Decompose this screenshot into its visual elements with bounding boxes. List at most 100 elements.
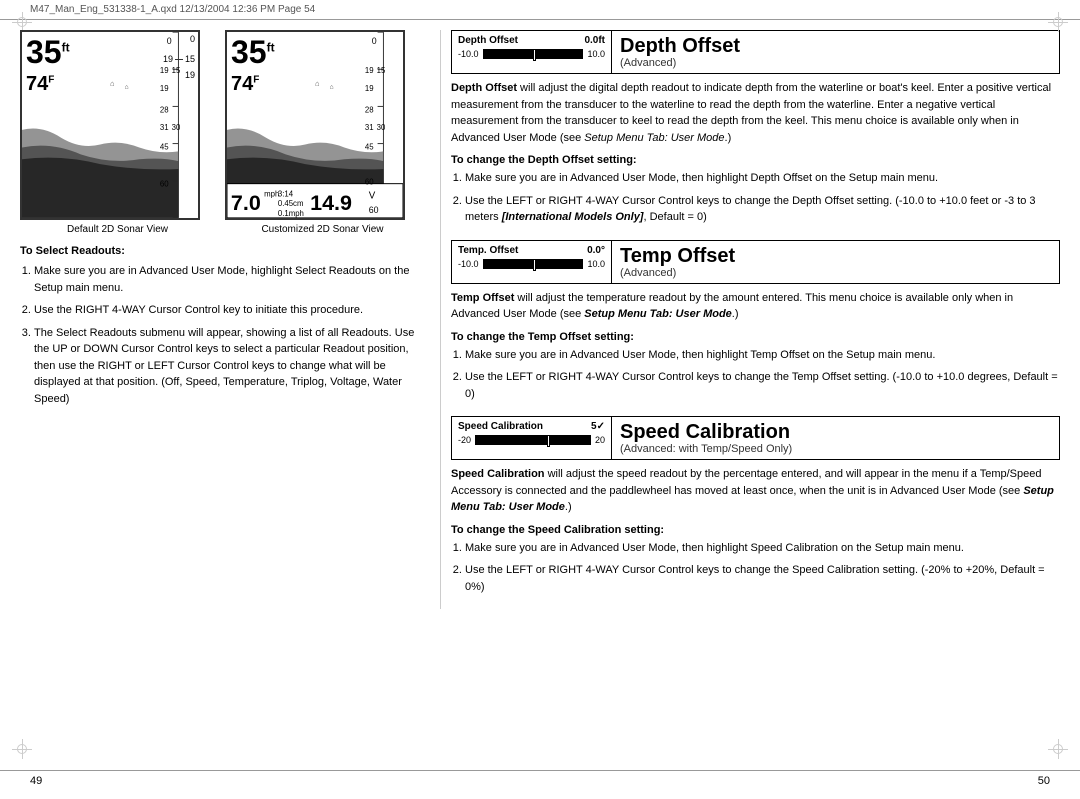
svg-text:15: 15	[172, 66, 181, 75]
svg-text:0.45cm: 0.45cm	[278, 199, 304, 208]
select-readouts-step-2: Use the RIGHT 4-WAY Cursor Control key t…	[34, 302, 420, 319]
svg-text:0: 0	[167, 36, 172, 46]
default-depth: 35ft	[26, 36, 70, 68]
temp-offset-description: Temp Offset will adjust the temperature …	[451, 290, 1060, 323]
default-temp: 74F	[26, 74, 54, 94]
reg-mark-tr	[1048, 12, 1068, 32]
temp-offset-title-block: Temp Offset (Advanced)	[612, 241, 1059, 283]
sonar-views: 35ft 74F 0 19 15 19	[20, 30, 420, 235]
page-wrapper: M47_Man_Eng_531338-1_A.qxd 12/13/2004 12…	[0, 0, 1080, 799]
scale-0-default: 0	[190, 34, 195, 44]
speed-calibration-min: -20	[458, 435, 471, 445]
speed-calibration-change-title: To change the Speed Calibration setting:	[451, 524, 1060, 536]
temp-offset-bar-row: -10.0 10.0	[458, 259, 605, 269]
speed-calibration-control: Speed Calibration 5✓ -20 20	[452, 417, 612, 459]
svg-text:45: 45	[160, 142, 169, 151]
depth-offset-section: Depth Offset 0.0ft -10.0 10.0	[451, 30, 1060, 226]
depth-offset-slider[interactable]	[483, 49, 584, 59]
temp-offset-slider[interactable]	[483, 259, 584, 269]
default-sonar-caption: Default 2D Sonar View	[20, 224, 215, 235]
depth-offset-fill	[484, 50, 533, 58]
svg-text:3:14: 3:14	[278, 189, 294, 198]
depth-offset-control: Depth Offset 0.0ft -10.0 10.0	[452, 31, 612, 73]
custom-depth: 35ft	[231, 36, 275, 68]
page-number-left: 49	[30, 775, 42, 787]
temp-offset-steps: Make sure you are in Advanced User Mode,…	[451, 347, 1060, 403]
depth-offset-header: Depth Offset 0.0ft -10.0 10.0	[451, 30, 1060, 74]
depth-offset-title-block: Depth Offset (Advanced)	[612, 31, 1059, 73]
svg-text:⌂: ⌂	[315, 79, 320, 88]
svg-text:30: 30	[377, 123, 386, 132]
speed-calibration-section: Speed Calibration 5✓ -20 20	[451, 416, 1060, 595]
svg-text:30: 30	[172, 123, 181, 132]
depth-offset-max: 10.0	[587, 49, 605, 59]
temp-offset-min: -10.0	[458, 259, 479, 269]
speed-calibration-title-block: Speed Calibration (Advanced: with Temp/S…	[612, 417, 1059, 459]
depth-offset-thumb	[533, 49, 536, 61]
select-readouts-section: To Select Readouts: Make sure you are in…	[20, 245, 420, 407]
speed-calibration-steps: Make sure you are in Advanced User Mode,…	[451, 540, 1060, 596]
temp-offset-step-1: Make sure you are in Advanced User Mode,…	[465, 347, 1060, 364]
select-readouts-title: To Select Readouts:	[20, 245, 420, 257]
speed-calibration-main-title: Speed Calibration	[620, 421, 1051, 443]
left-column: 35ft 74F 0 19 15 19	[20, 30, 440, 609]
depth-offset-description: Depth Offset will adjust the digital dep…	[451, 80, 1060, 146]
depth-offset-step-1: Make sure you are in Advanced User Mode,…	[465, 170, 1060, 187]
speed-calibration-value: 5✓	[591, 421, 605, 432]
scale-row-default: 19 15	[163, 54, 195, 64]
temp-offset-label-row: Temp. Offset 0.0°	[458, 245, 605, 256]
speed-calibration-step-1: Make sure you are in Advanced User Mode,…	[465, 540, 1060, 557]
svg-text:60: 60	[369, 205, 379, 215]
svg-text:19: 19	[160, 84, 169, 93]
speed-calibration-step-2: Use the LEFT or RIGHT 4-WAY Cursor Contr…	[465, 562, 1060, 595]
svg-text:28: 28	[365, 105, 374, 114]
speed-calibration-label-row: Speed Calibration 5✓	[458, 421, 605, 432]
select-readouts-step-1: Make sure you are in Advanced User Mode,…	[34, 263, 420, 296]
depth-offset-change-title: To change the Depth Offset setting:	[451, 154, 1060, 166]
temp-offset-header: Temp. Offset 0.0° -10.0 10.0	[451, 240, 1060, 284]
right-column: Depth Offset 0.0ft -10.0 10.0	[440, 30, 1060, 609]
svg-text:31: 31	[160, 123, 169, 132]
speed-calibration-header: Speed Calibration 5✓ -20 20	[451, 416, 1060, 460]
speed-calibration-label: Speed Calibration	[458, 421, 543, 432]
svg-text:14.9: 14.9	[310, 191, 352, 215]
temp-offset-max: 10.0	[587, 259, 605, 269]
speed-calibration-slider[interactable]	[475, 435, 591, 445]
page-number-right: 50	[1038, 775, 1050, 787]
main-content: 35ft 74F 0 19 15 19	[0, 20, 1080, 619]
speed-calibration-max: 20	[595, 435, 605, 445]
footer-bar: 49 50	[0, 770, 1080, 791]
temp-offset-value: 0.0°	[587, 245, 605, 256]
svg-text:⌂: ⌂	[125, 84, 129, 91]
depth-offset-value: 0.0ft	[584, 35, 605, 46]
select-readouts-list: Make sure you are in Advanced User Mode,…	[20, 263, 420, 407]
speed-calibration-fill	[476, 436, 547, 444]
depth-offset-steps: Make sure you are in Advanced User Mode,…	[451, 170, 1060, 226]
svg-text:0.1mph: 0.1mph	[278, 209, 304, 218]
reg-mark-br	[1048, 739, 1068, 759]
header-file-info: M47_Man_Eng_531338-1_A.qxd 12/13/2004 12…	[30, 4, 315, 15]
svg-text:V: V	[369, 190, 376, 201]
temp-offset-step-2: Use the LEFT or RIGHT 4-WAY Cursor Contr…	[465, 369, 1060, 402]
temp-offset-subtitle: (Advanced)	[620, 267, 1051, 279]
custom-temp: 74F	[231, 74, 259, 94]
depth-offset-label-row: Depth Offset 0.0ft	[458, 35, 605, 46]
depth-offset-main-title: Depth Offset	[620, 35, 1051, 57]
default-sonar-box: 35ft 74F 0 19 15 19	[20, 30, 200, 220]
customized-sonar-caption: Customized 2D Sonar View	[225, 224, 420, 235]
default-sonar-view: 35ft 74F 0 19 15 19	[20, 30, 215, 235]
header-bar: M47_Man_Eng_531338-1_A.qxd 12/13/2004 12…	[0, 0, 1080, 20]
reg-mark-tl	[12, 12, 32, 32]
temp-offset-label: Temp. Offset	[458, 245, 518, 256]
svg-text:⌂: ⌂	[330, 84, 334, 91]
depth-offset-subtitle: (Advanced)	[620, 57, 1051, 69]
temp-offset-main-title: Temp Offset	[620, 245, 1051, 267]
speed-calibration-thumb	[547, 435, 550, 447]
svg-text:60: 60	[365, 178, 374, 187]
temp-offset-fill	[484, 260, 533, 268]
scale-row2-default: 19	[185, 70, 195, 80]
svg-text:28: 28	[160, 105, 169, 114]
depth-offset-bar-row: -10.0 10.0	[458, 49, 605, 59]
temp-offset-change-title: To change the Temp Offset setting:	[451, 331, 1060, 343]
svg-text:⌂: ⌂	[110, 79, 115, 88]
